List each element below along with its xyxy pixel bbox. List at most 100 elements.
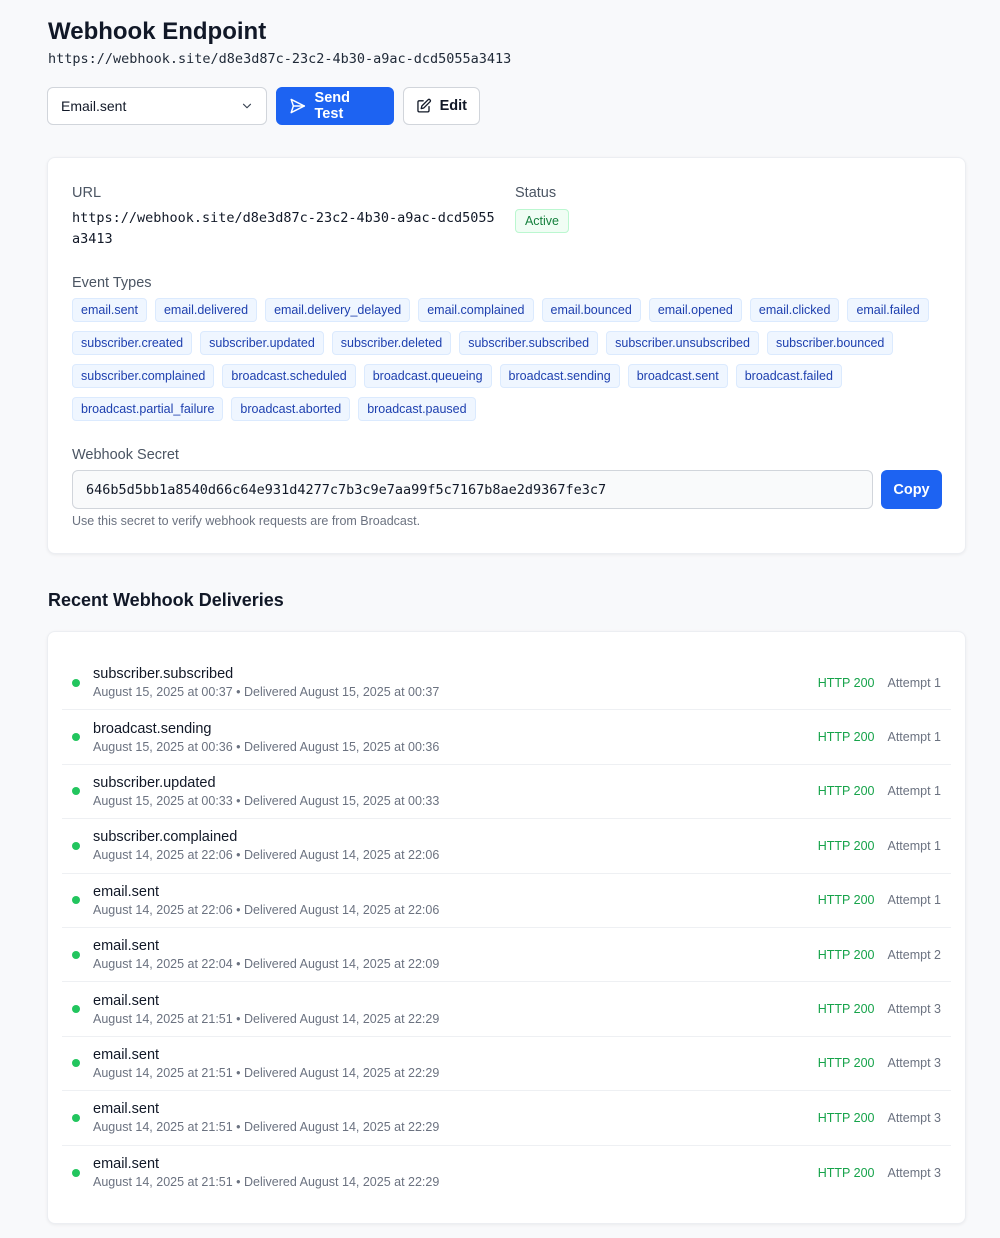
delivery-meta: August 14, 2025 at 22:06 • Delivered Aug… xyxy=(93,848,440,863)
event-type-chip: broadcast.scheduled xyxy=(222,364,356,388)
status-label: Status xyxy=(515,185,557,201)
chevron-down-icon xyxy=(242,103,252,109)
event-type-chip: broadcast.paused xyxy=(358,397,476,421)
delivery-meta: August 15, 2025 at 00:37 • Delivered Aug… xyxy=(93,685,440,700)
send-icon xyxy=(290,98,306,114)
delivery-http-status: HTTP 200 xyxy=(817,1165,875,1180)
delivery-attempt: Attempt 1 xyxy=(887,675,942,690)
status-dot xyxy=(72,733,80,742)
event-type-chip: subscriber.bounced xyxy=(766,331,894,355)
delivery-attempt: Attempt 3 xyxy=(887,1056,942,1071)
delivery-http-status: HTTP 200 xyxy=(817,1002,875,1017)
delivery-row[interactable]: email.sent August 14, 2025 at 21:51 • De… xyxy=(62,1091,951,1146)
delivery-attempt: Attempt 1 xyxy=(887,784,942,799)
delivery-http-status: HTTP 200 xyxy=(817,947,875,962)
delivery-event: subscriber.complained xyxy=(93,829,238,846)
status-badge: Active xyxy=(515,209,569,233)
delivery-meta: August 14, 2025 at 22:04 • Delivered Aug… xyxy=(93,957,440,972)
delivery-attempt: Attempt 3 xyxy=(887,1110,942,1125)
delivery-meta: August 14, 2025 at 21:51 • Delivered Aug… xyxy=(93,1120,440,1135)
delivery-http-status: HTTP 200 xyxy=(817,1056,875,1071)
event-type-chip: subscriber.deleted xyxy=(331,331,452,355)
delivery-attempt: Attempt 3 xyxy=(887,1165,942,1180)
event-type-chip: broadcast.sent xyxy=(627,364,728,388)
status-dot xyxy=(72,896,80,905)
event-type-chip: broadcast.sending xyxy=(499,364,620,388)
endpoint-details-card: URL https://webhook.site/d8e3d87c-23c2-4… xyxy=(47,157,966,554)
delivery-attempt: Attempt 1 xyxy=(887,838,942,853)
event-select[interactable]: Email.sent xyxy=(47,87,267,125)
edit-icon xyxy=(417,98,432,113)
delivery-http-status: HTTP 200 xyxy=(817,675,875,690)
event-type-chip: subscriber.subscribed xyxy=(459,331,599,355)
delivery-meta: August 14, 2025 at 21:51 • Delivered Aug… xyxy=(93,1175,440,1190)
event-type-chip: email.clicked xyxy=(749,298,840,322)
page-url: https://webhook.site/d8e3d87c-23c2-4b30-… xyxy=(48,51,512,67)
event-type-chip: subscriber.updated xyxy=(200,331,324,355)
delivery-meta: August 14, 2025 at 22:06 • Delivered Aug… xyxy=(93,902,440,917)
event-type-chip: email.failed xyxy=(847,298,929,322)
event-type-chip: subscriber.complained xyxy=(72,364,215,388)
delivery-http-status: HTTP 200 xyxy=(817,893,875,908)
status-dot xyxy=(72,1113,80,1122)
delivery-row[interactable]: subscriber.complained August 14, 2025 at… xyxy=(62,819,951,874)
status-dot xyxy=(72,950,80,959)
delivery-event: email.sent xyxy=(93,1046,160,1063)
edit-button[interactable]: Edit xyxy=(403,87,480,125)
delivery-event: email.sent xyxy=(93,992,160,1009)
toolbar: Email.sent Send Test Edit xyxy=(47,87,480,125)
webhook-secret-field[interactable]: 646b5d5bb1a8540d66c64e931d4277c7b3c9e7aa… xyxy=(72,470,873,509)
event-select-value: Email.sent xyxy=(61,98,127,114)
status-dot xyxy=(72,1005,80,1014)
edit-label: Edit xyxy=(439,98,467,114)
delivery-event: email.sent xyxy=(93,1101,160,1118)
delivery-row[interactable]: subscriber.updated August 15, 2025 at 00… xyxy=(62,765,951,820)
status-dot xyxy=(72,678,80,687)
delivery-event: subscriber.subscribed xyxy=(93,666,234,683)
delivery-row[interactable]: subscriber.subscribed August 15, 2025 at… xyxy=(62,656,951,711)
event-type-chip: subscriber.unsubscribed xyxy=(606,331,759,355)
status-dot xyxy=(72,1168,80,1177)
delivery-row[interactable]: email.sent August 14, 2025 at 21:51 • De… xyxy=(62,1146,951,1200)
delivery-event: email.sent xyxy=(93,883,160,900)
delivery-row[interactable]: email.sent August 14, 2025 at 21:51 • De… xyxy=(62,982,951,1037)
delivery-event: email.sent xyxy=(93,1156,160,1173)
status-dot xyxy=(72,787,80,796)
delivery-row[interactable]: broadcast.sending August 15, 2025 at 00:… xyxy=(62,710,951,765)
event-types-label: Event Types xyxy=(72,275,152,291)
event-type-chip: email.delivery_delayed xyxy=(265,298,411,322)
delivery-event: email.sent xyxy=(93,938,160,955)
delivery-meta: August 14, 2025 at 21:51 • Delivered Aug… xyxy=(93,1065,440,1080)
delivery-attempt: Attempt 2 xyxy=(887,947,942,962)
event-types-list: email.sent email.delivered email.deliver… xyxy=(72,298,932,421)
delivery-event: subscriber.updated xyxy=(93,774,216,791)
status-dot xyxy=(72,1059,80,1068)
event-type-chip: broadcast.queueing xyxy=(363,364,492,388)
delivery-event: broadcast.sending xyxy=(93,720,212,737)
status-dot xyxy=(72,841,80,850)
send-test-button[interactable]: Send Test xyxy=(276,87,394,125)
url-label: URL xyxy=(72,185,102,201)
delivery-meta: August 15, 2025 at 00:33 • Delivered Aug… xyxy=(93,793,440,808)
delivery-attempt: Attempt 1 xyxy=(887,730,942,745)
event-type-chip: email.complained xyxy=(418,298,534,322)
delivery-row[interactable]: email.sent August 14, 2025 at 22:04 • De… xyxy=(62,928,951,983)
page-title: Webhook Endpoint xyxy=(48,18,267,45)
webhook-secret-help: Use this secret to verify webhook reques… xyxy=(72,514,421,528)
event-type-chip: email.bounced xyxy=(541,298,641,322)
delivery-http-status: HTTP 200 xyxy=(817,838,875,853)
delivery-meta: August 14, 2025 at 21:51 • Delivered Aug… xyxy=(93,1011,440,1026)
delivery-http-status: HTTP 200 xyxy=(817,1110,875,1125)
delivery-http-status: HTTP 200 xyxy=(817,730,875,745)
deliveries-title: Recent Webhook Deliveries xyxy=(48,590,284,610)
url-value: https://webhook.site/d8e3d87c-23c2-4b30-… xyxy=(72,210,495,247)
event-type-chip: email.opened xyxy=(648,298,742,322)
delivery-meta: August 15, 2025 at 00:36 • Delivered Aug… xyxy=(93,739,440,754)
delivery-row[interactable]: email.sent August 14, 2025 at 21:51 • De… xyxy=(62,1037,951,1092)
delivery-row[interactable]: email.sent August 14, 2025 at 22:06 • De… xyxy=(62,874,951,928)
event-type-chip: broadcast.aborted xyxy=(231,397,351,421)
delivery-attempt: Attempt 1 xyxy=(887,893,942,908)
event-type-chip: subscriber.created xyxy=(72,331,193,355)
copy-secret-button[interactable]: Copy xyxy=(881,470,942,509)
deliveries-card: subscriber.subscribed August 15, 2025 at… xyxy=(47,631,966,1224)
